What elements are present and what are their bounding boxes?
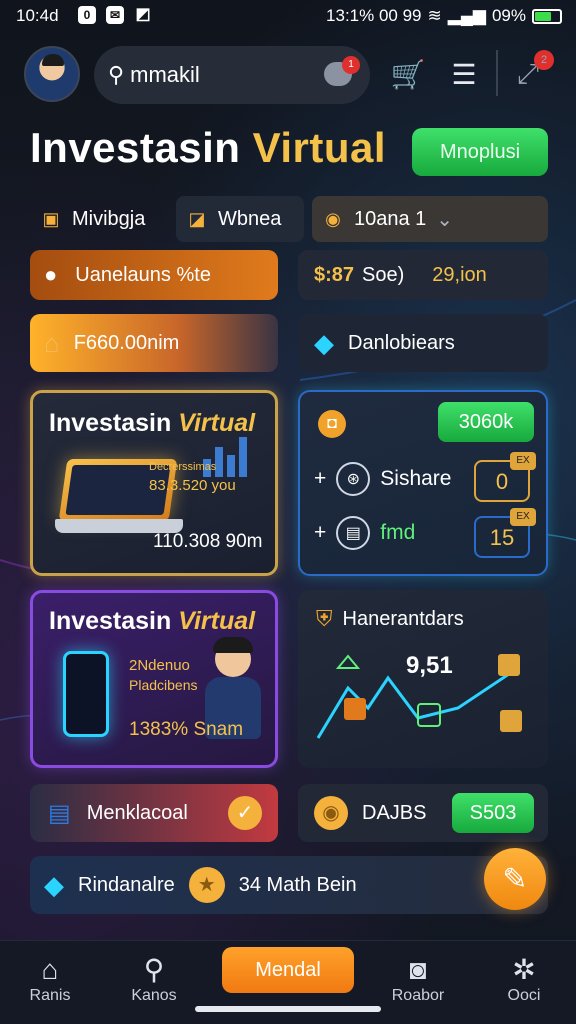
document-icon: ▤ xyxy=(48,799,71,827)
chip-select[interactable]: ◉ 10ana 1 ⌄ xyxy=(312,196,548,242)
card3-title: Investasin Virtual xyxy=(49,607,256,635)
chart-icon: ◪ xyxy=(188,208,206,229)
card2-tag-1: 0 EX xyxy=(474,452,536,502)
search-icon: ⚲ xyxy=(143,954,165,985)
battery-icon xyxy=(532,8,562,24)
cart-icon[interactable]: 🛒 xyxy=(388,54,428,94)
investment-card-2[interactable]: ◘ 3060k + ⊛ Sishare 0 EX + ▤ fmd 15 EX xyxy=(298,390,548,576)
menu-icon[interactable]: ☰ xyxy=(444,54,484,94)
wallet-button[interactable]: ⌂ F660.00nim xyxy=(30,314,278,372)
phone-icon xyxy=(63,651,109,737)
notification-icon: 0 xyxy=(78,6,96,24)
card1-stat-small: Decrerssimas xyxy=(149,461,217,473)
balance-summary: $:87 Soe) 29,ion xyxy=(298,250,548,300)
cube-icon: ◆ xyxy=(314,327,334,358)
share-icon: ⊛ xyxy=(336,462,371,496)
hero-button[interactable]: Mnoplusi xyxy=(412,128,548,176)
status-right-text: 13:1% 00 99 xyxy=(326,6,422,25)
message-icon: ✉ xyxy=(106,6,124,24)
s503-button[interactable]: S503 xyxy=(452,793,534,833)
lock-icon: ◘ xyxy=(318,410,346,438)
card4-value: 9,51 xyxy=(406,652,453,679)
chat-icon[interactable]: 1 xyxy=(324,56,360,86)
status-right: 13:1% 00 99 ≋ ▂▄▆ 09% xyxy=(326,6,562,26)
promo-button[interactable]: ● Uanelauns %te xyxy=(30,250,278,300)
coin-icon: ◉ xyxy=(314,796,348,830)
card1-footer: 110.308 90m xyxy=(153,531,263,552)
nav-item-search[interactable]: ⚲ Kanos xyxy=(114,953,194,1005)
tasks-button[interactable]: ▤ Menklacoal ✓ xyxy=(30,784,278,842)
gear-icon: ✲ xyxy=(512,954,536,985)
coin-icon: ◉ xyxy=(325,208,341,229)
investment-card-1[interactable]: Investasin Virtual Decrerssimas 83.3.520… xyxy=(30,390,278,576)
piggy-icon: ● xyxy=(44,262,58,287)
home-indicator xyxy=(195,1006,381,1012)
cast-icon: ◩ xyxy=(135,6,151,23)
investment-card-3[interactable]: Investasin Virtual 2Ndenuo Pladcibens 13… xyxy=(30,590,278,768)
nav-item-settings[interactable]: ✲ Ooci xyxy=(484,953,564,1005)
wifi-icon: ≋ xyxy=(427,6,442,25)
downloads-button[interactable]: ◆ Danlobiears xyxy=(298,314,548,372)
card1-stat-big: 83.3.520 you xyxy=(149,477,236,494)
card3-sub1: 2Ndenuo xyxy=(129,657,190,674)
nav-item-camera[interactable]: ◙ Roabor xyxy=(378,953,458,1005)
search-bar[interactable]: ⚲ mmakil 1 xyxy=(94,46,370,104)
card2-item-2[interactable]: + ▤ fmd xyxy=(314,516,415,550)
shield-icon: ⛨ xyxy=(316,606,333,631)
nav-item-home[interactable]: ⌂ Ranis xyxy=(10,953,90,1005)
briefcase-icon: ▣ xyxy=(42,208,60,229)
nav-center-button[interactable]: Mendal xyxy=(222,947,354,993)
page-title: Investasin Virtual xyxy=(30,124,387,171)
house-icon: ⌂ xyxy=(44,327,60,358)
status-bar: 10:4d 0 ✉ ◩ 13:1% 00 99 ≋ ▂▄▆ 09% xyxy=(0,0,576,32)
investment-card-4[interactable]: ⛨ Hanerantdars 9,51 xyxy=(298,590,548,768)
battery-percent: 09% xyxy=(491,6,526,25)
rewards-row[interactable]: ◆ Rindanalre ★ 34 Math Bein xyxy=(30,856,548,914)
card1-title: Investasin Virtual xyxy=(49,409,256,437)
diamond-icon: ◆ xyxy=(44,869,64,900)
card2-tag-2: 15 EX xyxy=(474,508,536,558)
check-icon: ✓ xyxy=(228,796,262,830)
home-icon: ⌂ xyxy=(41,954,59,985)
search-icon: ⚲ xyxy=(108,62,125,87)
card2-item-1[interactable]: + ⊛ Sishare xyxy=(314,462,451,496)
card3-sub2: Pladcibens xyxy=(129,677,198,693)
menu-badge: 2 xyxy=(534,50,554,70)
card4-header: ⛨ Hanerantdars xyxy=(316,606,464,631)
medal-icon: ★ xyxy=(188,867,225,903)
chip-wbnea[interactable]: ◪ Wbnea xyxy=(176,196,304,242)
expand-icon[interactable]: ⤢ 2 xyxy=(508,50,554,94)
card2-badge[interactable]: 3060k xyxy=(438,402,534,442)
chip-mivibgja[interactable]: ▣ Mivibgja xyxy=(30,196,170,242)
search-input[interactable]: mmakil xyxy=(130,62,200,88)
status-time: 10:4d xyxy=(16,6,59,25)
dajbs-row: ◉ DAJBS S503 xyxy=(298,784,548,842)
chat-badge: 1 xyxy=(342,56,360,74)
header-divider xyxy=(496,50,498,96)
chevron-down-icon: ⌄ xyxy=(436,208,454,231)
camera-icon: ◙ xyxy=(409,954,427,985)
avatar[interactable] xyxy=(24,46,80,102)
pencil-icon: ✎ xyxy=(502,862,528,896)
edit-fab-button[interactable]: ✎ xyxy=(484,848,546,910)
card3-footer: 1383% Snam xyxy=(129,719,244,740)
card-icon: ▤ xyxy=(336,516,371,550)
signal-icon: ▂▄▆ xyxy=(447,6,486,25)
